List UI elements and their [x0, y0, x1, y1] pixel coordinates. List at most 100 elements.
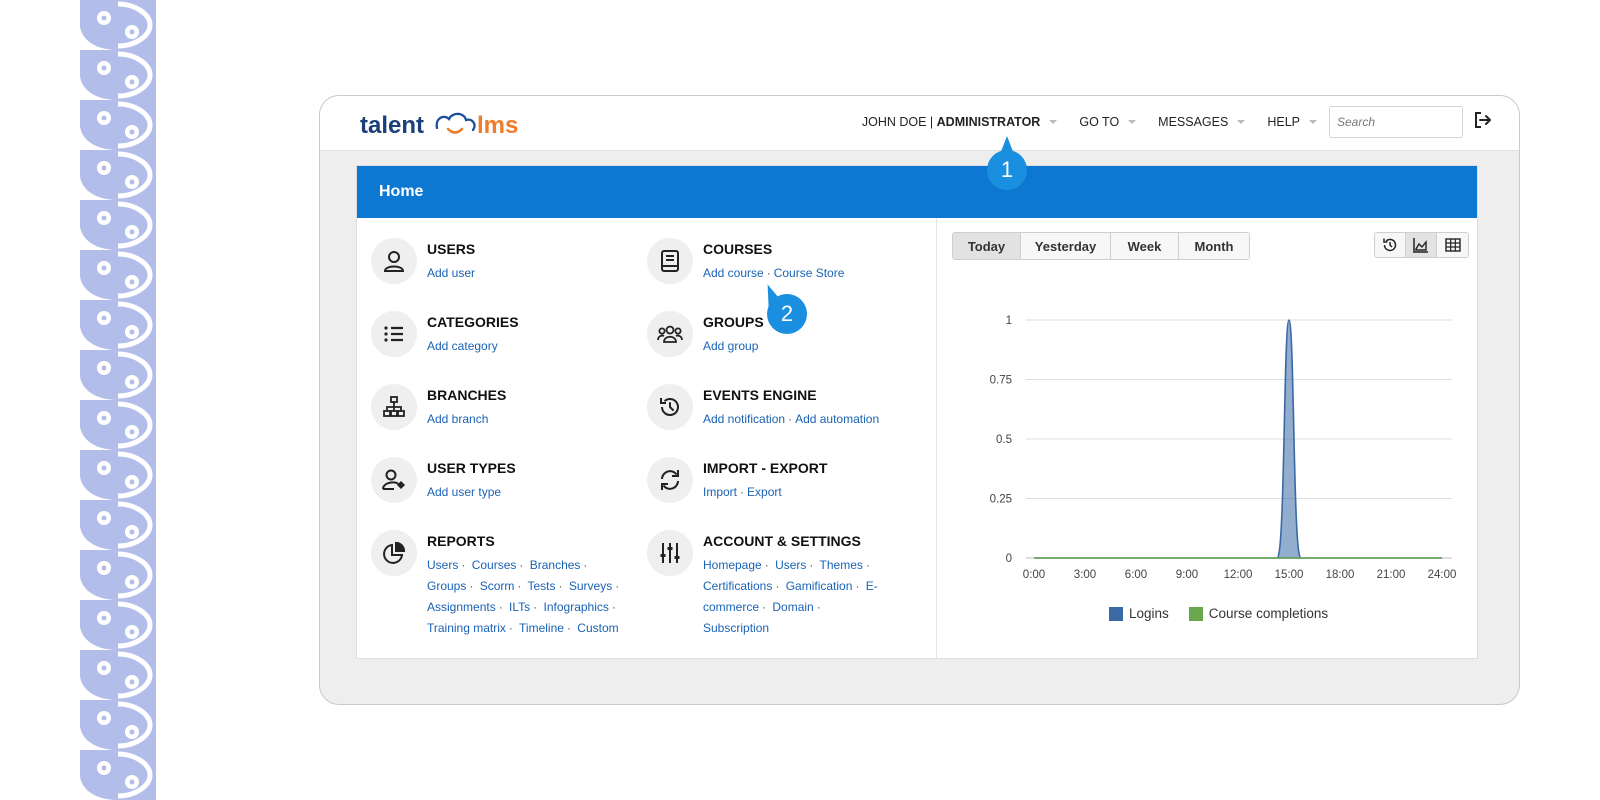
account-link-users[interactable]: Users	[775, 558, 806, 572]
decorative-tile	[80, 700, 156, 750]
link-separator: ·	[533, 600, 538, 614]
chevron-down-icon	[1309, 120, 1317, 124]
tab-today[interactable]: Today	[953, 233, 1021, 259]
link-separator: ·	[775, 579, 780, 593]
categories-title: CATEGORIES	[427, 314, 519, 330]
goto-menu[interactable]: GO TO	[1079, 115, 1137, 129]
messages-menu[interactable]: MESSAGES	[1158, 115, 1246, 129]
link-separator: ·	[566, 621, 571, 635]
table-grid-icon[interactable]	[1437, 233, 1468, 257]
link-separator: ·	[762, 600, 767, 614]
panel-divider	[936, 218, 937, 658]
add-group-link[interactable]: Add group	[703, 339, 758, 353]
link-separator: ·	[865, 558, 870, 572]
decorative-tile	[80, 200, 156, 250]
account-link-certifications[interactable]: Certifications	[703, 579, 772, 593]
account-link-themes[interactable]: Themes	[820, 558, 863, 572]
add-course-link[interactable]: Add course	[703, 266, 764, 280]
legend-item[interactable]: Course completions	[1188, 606, 1328, 621]
reports-link-infographics[interactable]: Infographics	[544, 600, 609, 614]
account-link-subscription[interactable]: Subscription	[703, 621, 769, 635]
reports-link-custom[interactable]: Custom	[577, 621, 618, 635]
reports-link-assignments[interactable]: Assignments	[427, 600, 496, 614]
panel-body: USERS Add user COURSES Add course · Course…	[357, 218, 1477, 658]
decorative-pattern-strip	[80, 0, 156, 800]
link-separator: ·	[469, 579, 474, 593]
link-separator: ·	[816, 600, 821, 614]
reports-link-ilts[interactable]: ILTs	[509, 600, 530, 614]
decorative-tile	[80, 450, 156, 500]
link-separator: ·	[855, 579, 860, 593]
decorative-tile	[80, 50, 156, 100]
messages-label: MESSAGES	[1158, 115, 1229, 129]
reports-link-tests[interactable]: Tests	[528, 579, 556, 593]
period-tabs: Today Yesterday Week Month	[952, 232, 1250, 260]
talentlms-logo: talent lms	[360, 112, 518, 139]
chevron-down-icon	[1049, 120, 1058, 124]
user-types-section: USER TYPES Add user type	[371, 457, 516, 503]
link-separator: ·	[809, 558, 814, 572]
link-separator: ·	[615, 579, 620, 593]
reports-link-timeline[interactable]: Timeline	[519, 621, 564, 635]
branches-title: BRANCHES	[427, 387, 507, 403]
course-store-link[interactable]: Course Store	[774, 266, 845, 280]
categories-section: CATEGORIES Add category	[371, 311, 519, 357]
users-section: USERS Add user	[371, 238, 475, 284]
activity-chart: 0 0.25 0.5 0.75 1 0:00 3:00 6:00 9:00 12:00 15:00 1…	[990, 315, 1457, 581]
import-export-title: IMPORT - EXPORT	[703, 460, 828, 476]
y-tick-label: 0.25	[990, 494, 1012, 506]
svg-text:talent: talent	[360, 112, 424, 139]
add-category-link[interactable]: Add category	[427, 339, 498, 353]
help-label: HELP	[1267, 115, 1300, 129]
x-tick-label: 3:00	[1074, 569, 1096, 581]
logout-icon[interactable]	[1473, 111, 1493, 129]
decorative-tile	[80, 600, 156, 650]
svg-text:lms: lms	[477, 112, 518, 139]
import-link[interactable]: Import	[703, 485, 737, 499]
tab-month[interactable]: Month	[1179, 233, 1249, 259]
reports-link-users[interactable]: Users	[427, 558, 458, 572]
reports-link-branches[interactable]: Branches	[530, 558, 581, 572]
reports-link-scorm[interactable]: Scorm	[480, 579, 515, 593]
link-separator: ·	[498, 600, 503, 614]
y-tick-label: 0.5	[996, 434, 1012, 446]
x-tick-label: 24:00	[1428, 569, 1457, 581]
add-notification-link[interactable]: Add notification	[703, 412, 785, 426]
tab-week[interactable]: Week	[1111, 233, 1179, 259]
area-chart-icon[interactable]	[1406, 233, 1437, 257]
search-input[interactable]	[1329, 106, 1463, 138]
user-role: ADMINISTRATOR	[936, 115, 1041, 129]
reports-link-groups[interactable]: Groups	[427, 579, 466, 593]
account-link-domain[interactable]: Domain	[772, 600, 813, 614]
user-types-title: USER TYPES	[427, 460, 516, 476]
add-user-link[interactable]: Add user	[427, 266, 475, 280]
account-link-gamification[interactable]: Gamification	[786, 579, 853, 593]
x-tick-label: 15:00	[1275, 569, 1304, 581]
tab-yesterday[interactable]: Yesterday	[1021, 233, 1111, 259]
import-export-section: IMPORT - EXPORT Import · Export	[647, 457, 827, 503]
add-automation-link[interactable]: Add automation	[795, 412, 879, 426]
reports-link-surveys[interactable]: Surveys	[569, 579, 612, 593]
history-icon[interactable]	[1375, 233, 1406, 257]
reports-link-training-matrix[interactable]: Training matrix	[427, 621, 506, 635]
add-user-type-link[interactable]: Add user type	[427, 485, 501, 499]
decorative-tile	[80, 650, 156, 700]
user-menu[interactable]: JOHN DOE | ADMINISTRATOR	[862, 115, 1058, 129]
export-link[interactable]: Export	[747, 485, 782, 499]
add-branch-link[interactable]: Add branch	[427, 412, 488, 426]
decorative-tile	[80, 400, 156, 450]
courses-title: COURSES	[703, 241, 773, 257]
legend-item[interactable]: Logins	[1109, 606, 1169, 621]
link-separator: ·	[519, 558, 524, 572]
help-menu[interactable]: HELP	[1267, 115, 1317, 129]
reports-link-courses[interactable]: Courses	[472, 558, 517, 572]
sitemap-icon	[371, 384, 417, 430]
sliders-icon	[647, 530, 693, 576]
link-separator: ·	[461, 558, 466, 572]
decorative-tile	[80, 250, 156, 300]
account-link-homepage[interactable]: Homepage	[703, 558, 762, 572]
users-title: USERS	[427, 241, 476, 257]
events-engine-title: EVENTS ENGINE	[703, 387, 817, 403]
history-icon	[647, 384, 693, 430]
legend-swatch	[1188, 606, 1203, 621]
